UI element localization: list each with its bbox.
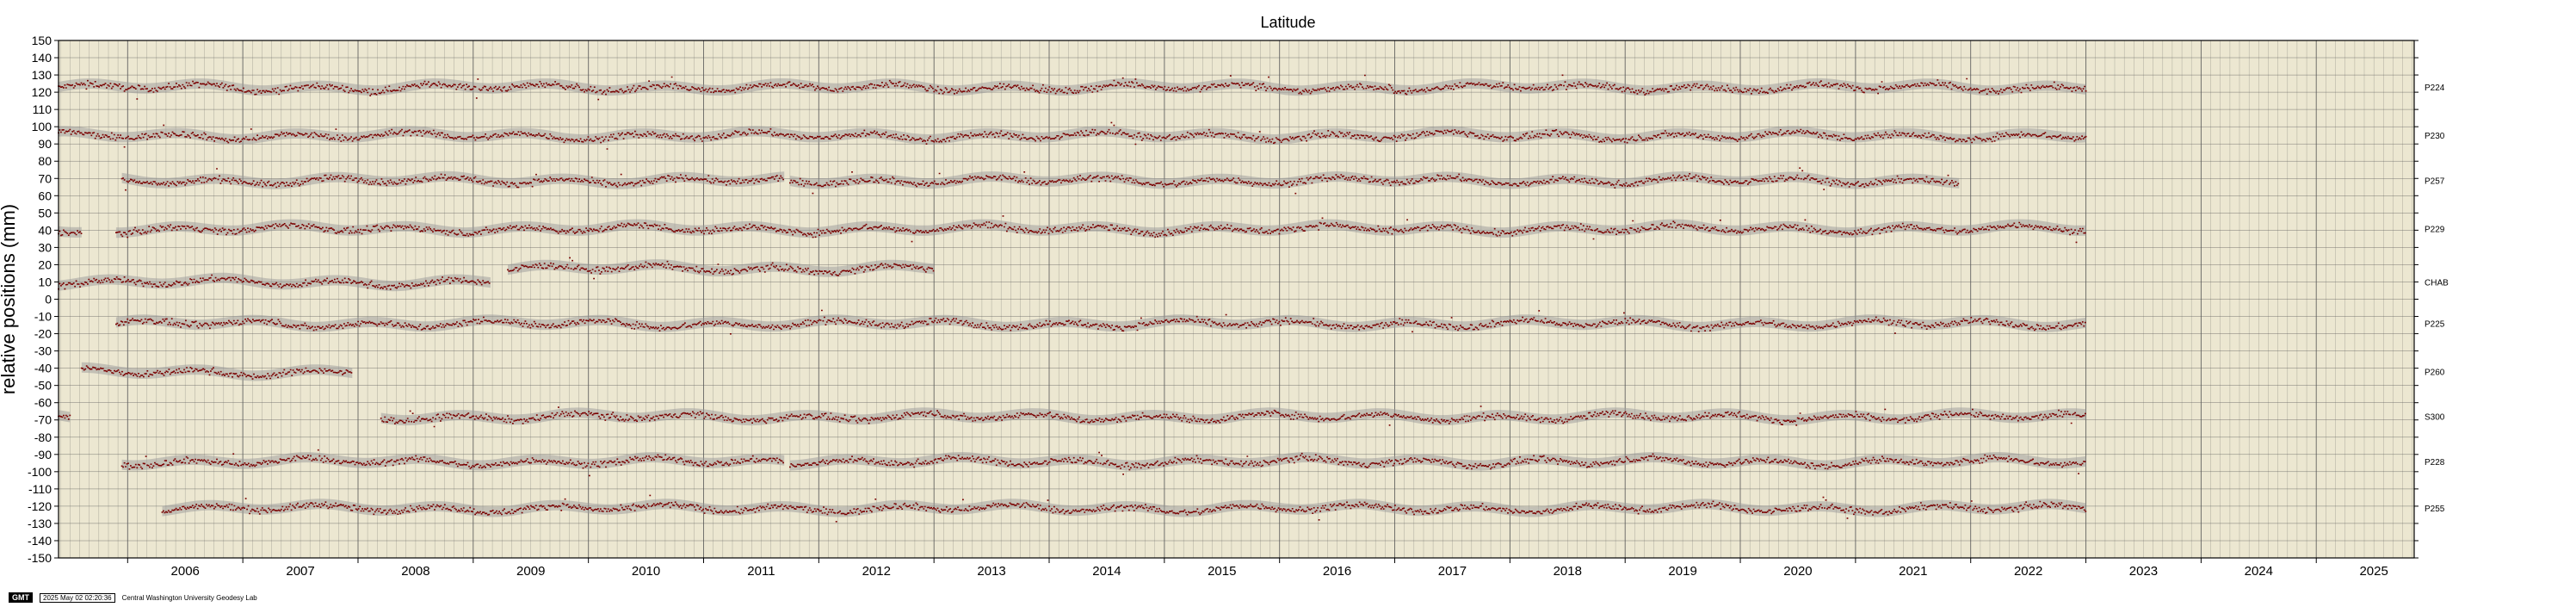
timestamp: 2025 May 02 02:20:36 [40, 592, 115, 603]
x-tick-label: 2023 [2129, 564, 2158, 579]
time-series-chart: -150-140-130-120-110-100-90-80-70-60-50-… [0, 34, 2449, 579]
x-tick-label: 2020 [1783, 564, 1812, 579]
x-tick-label: 2017 [1438, 564, 1467, 579]
y-tick-label: 60 [38, 189, 52, 202]
x-tick-label: 2012 [862, 564, 891, 579]
y-tick-label: 100 [32, 120, 53, 133]
y-tick-label: -130 [28, 517, 52, 530]
y-tick-label: -80 [34, 430, 52, 444]
y-tick-label: -110 [28, 482, 52, 496]
x-tick-label: 2013 [977, 564, 1005, 579]
y-tick-label: -60 [34, 396, 52, 410]
y-axis-label: relative positions (mm) [0, 204, 19, 394]
y-tick-label: 90 [38, 137, 52, 151]
x-tick-label: 2018 [1554, 564, 1582, 579]
x-tick-label: 2024 [2245, 564, 2273, 579]
station-label: P255 [2425, 505, 2445, 514]
y-tick-label: 70 [38, 171, 52, 185]
y-tick-label: -20 [34, 327, 52, 341]
y-tick-label: 20 [38, 257, 52, 271]
y-tick-label: 80 [38, 154, 52, 168]
credit-text: Central Washington University Geodesy La… [121, 593, 257, 602]
y-tick-label: 30 [38, 240, 52, 254]
y-tick-label: 130 [32, 68, 53, 82]
y-tick-label: 140 [32, 51, 53, 65]
station-label: S300 [2425, 413, 2445, 423]
x-tick-label: 2007 [286, 564, 314, 579]
x-tick-label: 2022 [2014, 564, 2042, 579]
y-tick-label: 40 [38, 223, 52, 237]
station-label: P257 [2425, 177, 2445, 186]
y-tick-label: -150 [28, 551, 52, 565]
y-tick-label: -90 [34, 448, 52, 461]
y-tick-label: -50 [34, 379, 52, 393]
station-label: P228 [2425, 458, 2445, 468]
x-tick-label: 2009 [516, 564, 545, 579]
x-tick-label: 2025 [2359, 564, 2388, 579]
y-tick-label: -10 [34, 310, 52, 324]
y-tick-label: 10 [38, 275, 52, 288]
y-tick-label: 0 [45, 293, 52, 307]
station-label: P229 [2425, 225, 2445, 234]
y-tick-label: -70 [34, 413, 52, 427]
y-tick-label: -30 [34, 344, 52, 358]
x-tick-label: 2011 [747, 564, 775, 579]
y-tick-label: 120 [32, 85, 53, 99]
y-tick-label: 150 [32, 34, 53, 47]
station-label: P224 [2425, 84, 2445, 93]
x-tick-label: 2010 [632, 564, 660, 579]
envelope-p229 [59, 226, 82, 238]
y-tick-label: 110 [33, 102, 53, 116]
x-tick-label: 2014 [1092, 564, 1121, 579]
x-tick-label: 2021 [1899, 564, 1927, 579]
y-tick-label: -40 [34, 362, 52, 375]
station-label: CHAB [2425, 278, 2449, 288]
y-tick-label: 50 [38, 206, 52, 220]
y-tick-label: -100 [28, 465, 52, 479]
station-label: P225 [2425, 320, 2445, 330]
gmt-logo: GMT [9, 592, 33, 603]
footer: GMT 2025 May 02 02:20:36 Central Washing… [9, 592, 257, 603]
station-label: P230 [2425, 132, 2445, 141]
x-tick-label: 2015 [1208, 564, 1236, 579]
y-tick-label: -120 [28, 499, 52, 513]
y-tick-label: -140 [28, 534, 52, 548]
x-tick-label: 2019 [1668, 564, 1696, 579]
x-tick-label: 2008 [401, 564, 429, 579]
x-tick-label: 2006 [171, 564, 200, 579]
station-label: P260 [2425, 369, 2445, 378]
x-tick-label: 2016 [1323, 564, 1351, 579]
